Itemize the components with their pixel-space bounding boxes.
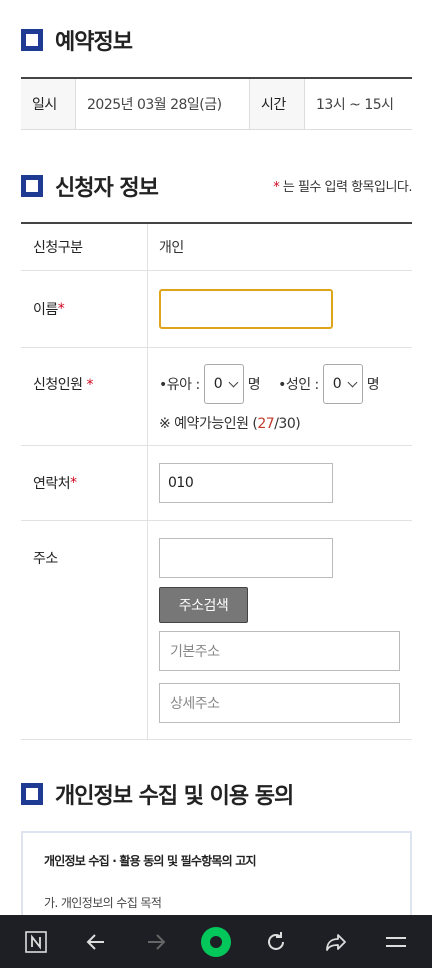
- infant-unit: 명: [247, 377, 261, 393]
- zipcode-input[interactable]: [159, 538, 333, 578]
- phone-row: 연락처 * 010: [21, 446, 412, 521]
- share-icon[interactable]: [316, 922, 356, 962]
- time-label: 시간: [250, 79, 305, 129]
- basic-address-input[interactable]: 기본주소: [159, 631, 400, 671]
- address-row: 주소 주소검색 기본주소 상세주소: [21, 521, 412, 740]
- chevron-down-icon: [347, 377, 358, 387]
- agreement-subheading: 가. 개인정보의 수집 목적: [44, 896, 162, 910]
- adult-unit: 명: [366, 377, 380, 393]
- date-value: 2025년 03월 28일(금): [76, 79, 250, 129]
- type-value: 개인: [159, 240, 184, 256]
- infant-count-select[interactable]: 0: [203, 364, 244, 404]
- count-label: 신청인원 *: [21, 348, 148, 445]
- home-circle-icon[interactable]: [196, 922, 236, 962]
- browser-bottom-bar: [0, 915, 432, 968]
- privacy-section-title: 개인정보 수집 및 이용 동의: [21, 778, 294, 810]
- agreement-heading: 개인정보 수집 · 활용 동의 및 필수항목의 고지: [44, 854, 257, 868]
- address-search-button[interactable]: 주소검색: [159, 587, 248, 623]
- detail-address-input[interactable]: 상세주소: [159, 683, 400, 723]
- infant-label: •유아 :: [159, 377, 200, 393]
- required-note: * 는 필수 입력 항목입니다.: [273, 180, 412, 195]
- reservation-section-title: 예약정보: [21, 24, 133, 56]
- reservation-table: 일시 2025년 03월 28일(금) 시간 13시 ~ 15시: [21, 77, 412, 130]
- menu-icon[interactable]: [376, 922, 416, 962]
- adult-label: •성인 :: [278, 377, 319, 393]
- name-label: 이름 *: [21, 271, 148, 347]
- phone-input[interactable]: 010: [159, 463, 333, 503]
- name-row: 이름 *: [21, 271, 412, 348]
- type-label: 신청구분: [21, 224, 148, 270]
- square-bullet-icon: [21, 175, 43, 197]
- name-input[interactable]: [159, 289, 333, 329]
- capacity-note: ※ 예약가능인원 (27/30): [159, 416, 301, 432]
- back-arrow-icon[interactable]: [76, 922, 116, 962]
- chevron-down-icon: [228, 377, 239, 387]
- type-row: 신청구분 개인: [21, 224, 412, 271]
- applicant-table: 신청구분 개인 이름 * 신청인원 * •유아 : 0 명 •성인: 0 명 …: [21, 222, 412, 740]
- applicant-section-title: 신청자 정보: [21, 170, 159, 202]
- date-label: 일시: [21, 79, 76, 129]
- refresh-icon[interactable]: [256, 922, 296, 962]
- forward-arrow-icon[interactable]: [136, 922, 176, 962]
- time-value: 13시 ~ 15시: [316, 97, 394, 113]
- square-bullet-icon: [21, 29, 43, 51]
- square-bullet-icon: [21, 783, 43, 805]
- count-row: 신청인원 * •유아 : 0 명 •성인 : 0 명 ※ 예약가능인원 (27/…: [21, 348, 412, 446]
- phone-label: 연락처 *: [21, 446, 148, 520]
- naver-n-icon[interactable]: [16, 922, 56, 962]
- address-label: 주소: [21, 521, 148, 739]
- adult-count-select[interactable]: 0: [322, 364, 363, 404]
